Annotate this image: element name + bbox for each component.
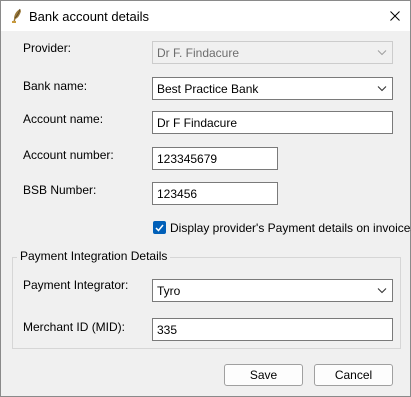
bank-name-label: Bank name: [23, 79, 88, 93]
cancel-button[interactable]: Cancel [314, 364, 393, 386]
close-button[interactable] [380, 1, 410, 31]
account-name-label: Account name: [23, 112, 104, 126]
account-name-input[interactable]: Dr F Findacure [152, 111, 393, 134]
window-title: Bank account details [29, 9, 149, 24]
chevron-down-icon [377, 86, 387, 92]
account-number-label: Account number: [23, 148, 114, 162]
display-payment-checkbox-label[interactable]: Display provider's Payment details on in… [170, 221, 411, 235]
bsb-input[interactable]: 123456 [152, 182, 278, 205]
provider-select: Dr F. Findacure [152, 41, 393, 64]
checkmark-icon [155, 224, 164, 232]
account-name-value: Dr F Findacure [157, 116, 238, 130]
provider-label: Provider: [23, 41, 72, 55]
close-icon [390, 11, 400, 21]
payment-integration-group-title: Payment Integration Details [17, 249, 171, 263]
merchant-id-label: Merchant ID (MID): [23, 320, 126, 334]
account-number-value: 123345679 [157, 152, 218, 166]
display-payment-checkbox[interactable] [153, 221, 166, 234]
chevron-down-icon [377, 288, 387, 294]
save-button[interactable]: Save [224, 364, 303, 386]
account-number-input[interactable]: 123345679 [152, 147, 278, 170]
bank-account-dialog: Bank account details Provider: Dr F. Fin… [0, 0, 411, 397]
payment-integrator-label: Payment Integrator: [23, 278, 129, 292]
bsb-label: BSB Number: [23, 183, 97, 197]
bank-name-select[interactable]: Best Practice Bank [152, 77, 393, 100]
payment-integrator-select[interactable]: Tyro [152, 279, 393, 302]
chevron-down-icon [377, 50, 387, 56]
payment-integrator-value: Tyro [157, 284, 181, 298]
provider-value: Dr F. Findacure [157, 46, 240, 60]
title-bar: Bank account details [1, 1, 410, 31]
bsb-value: 123456 [157, 187, 198, 201]
feather-quill-icon [10, 8, 24, 24]
bank-name-value: Best Practice Bank [157, 82, 259, 96]
merchant-id-value: 335 [157, 323, 178, 337]
merchant-id-input[interactable]: 335 [152, 318, 393, 341]
